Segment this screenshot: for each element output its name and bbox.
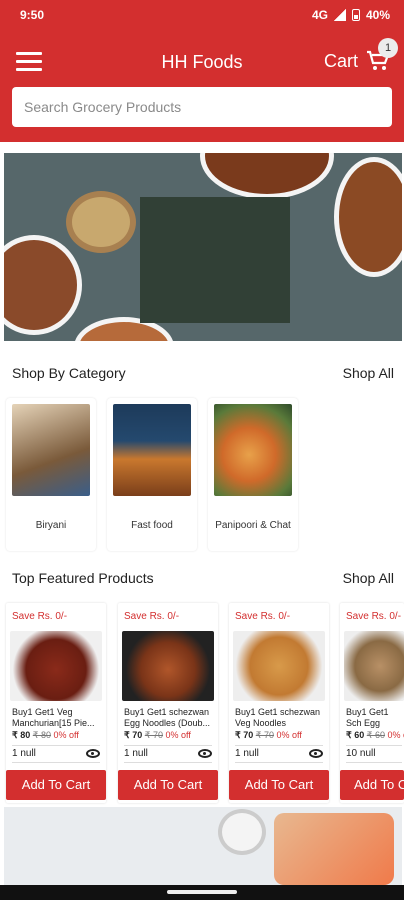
product-image [122, 631, 214, 701]
quantity-row[interactable]: 1 null [235, 745, 323, 763]
save-label: Save Rs. 0/- [12, 611, 68, 622]
category-image [214, 404, 292, 496]
product-card[interactable]: Save Rs. 0/- Buy1 Get1 schezwan Veg Nood… [229, 603, 329, 803]
banner-food-image [200, 153, 334, 199]
price-row: ₹ 60 ₹ 60 0% off [346, 730, 404, 741]
product-card[interactable]: Save Rs. 0/- Buy1 Get1 Veg Manchurian[15… [6, 603, 106, 803]
banner-food-image [218, 809, 266, 855]
eye-icon[interactable] [309, 749, 323, 758]
eye-icon[interactable] [86, 749, 100, 758]
signal-icon [333, 9, 346, 21]
product-image [10, 631, 102, 701]
cart-icon: 1 [366, 38, 398, 72]
product-name: Buy1 Get1 schezwan Veg Noodles [235, 707, 321, 728]
cart-button[interactable]: Cart 1 [323, 38, 398, 72]
product-card[interactable]: Save Rs. 0/- Buy1 Get1 Sch Egg Fried Ric… [340, 603, 404, 803]
system-nav-bar [0, 885, 404, 900]
top-bar: 9:50 4G 40% HH Foods Cart 1 Search Groce… [0, 0, 404, 142]
search-input[interactable]: Search Grocery Products [12, 87, 392, 127]
add-to-cart-button[interactable]: Add To Cart [6, 770, 106, 800]
product-discount: 0% off [387, 730, 404, 740]
banner-food-image [4, 235, 82, 335]
save-label: Save Rs. 0/- [346, 611, 402, 622]
category-label: Panipoori & Chat [215, 520, 291, 531]
network-label: 4G [311, 8, 328, 22]
product-image [344, 631, 404, 701]
price-row: ₹ 80 ₹ 80 0% off [12, 730, 79, 741]
product-discount: 0% off [165, 730, 191, 740]
product-price: ₹ 60 [346, 730, 365, 740]
category-label: Fast food [131, 520, 173, 531]
battery-label: 40% [365, 8, 390, 22]
save-label: Save Rs. 0/- [124, 611, 180, 622]
quantity-row[interactable]: 1 null [12, 745, 100, 763]
category-card-panipoori-chat[interactable]: Panipoori & Chat [208, 398, 298, 551]
quantity-label: 1 null [12, 748, 36, 759]
product-card[interactable]: Save Rs. 0/- Buy1 Get1 schezwan Egg Nood… [118, 603, 218, 803]
category-section-title: Shop By Category [12, 365, 126, 381]
quantity-label: 1 null [124, 748, 148, 759]
promo-banner[interactable] [4, 807, 402, 885]
add-to-cart-button[interactable]: Add To C [340, 770, 404, 800]
price-row: ₹ 70 ₹ 70 0% off [124, 730, 191, 741]
product-price: ₹ 70 [235, 730, 254, 740]
banner-food-image [66, 191, 136, 253]
price-row: ₹ 70 ₹ 70 0% off [235, 730, 302, 741]
app-bar: HH Foods Cart 1 [0, 38, 404, 84]
product-price: ₹ 80 [12, 730, 31, 740]
status-bar: 9:50 4G 40% [0, 0, 404, 30]
category-card-fast-food[interactable]: Fast food [107, 398, 197, 551]
cart-label: Cart [323, 50, 358, 71]
product-mrp: ₹ 80 [32, 730, 52, 740]
product-discount: 0% off [53, 730, 79, 740]
add-to-cart-button[interactable]: Add To Cart [118, 770, 218, 800]
category-shop-all-link[interactable]: Shop All [343, 365, 394, 381]
add-to-cart-button[interactable]: Add To Cart [229, 770, 329, 800]
home-gesture-handle[interactable] [167, 890, 237, 894]
quantity-row[interactable]: 10 null [346, 745, 402, 763]
status-time: 9:50 [20, 8, 45, 22]
product-mrp: ₹ 70 [255, 730, 275, 740]
quantity-label: 1 null [235, 748, 259, 759]
eye-icon[interactable] [198, 749, 212, 758]
featured-shop-all-link[interactable]: Shop All [343, 570, 394, 586]
product-discount: 0% off [276, 730, 302, 740]
product-price: ₹ 70 [124, 730, 143, 740]
category-label: Biryani [35, 520, 67, 531]
banner-food-image [334, 157, 402, 277]
category-image [12, 404, 90, 496]
cart-count-badge: 1 [378, 38, 398, 58]
featured-section-title: Top Featured Products [12, 570, 154, 586]
quantity-row[interactable]: 1 null [124, 745, 212, 763]
battery-icon [351, 9, 360, 21]
product-name: Buy1 Get1 Sch Egg Fried Rice [346, 707, 389, 728]
product-name: Buy1 Get1 schezwan Egg Noodles (Doub... [124, 707, 211, 728]
banner-placeholder [140, 197, 290, 323]
quantity-label: 10 null [346, 748, 376, 759]
product-mrp: ₹ 60 [366, 730, 386, 740]
status-icons: 4G 40% [312, 8, 390, 22]
hero-banner[interactable] [4, 153, 402, 341]
save-label: Save Rs. 0/- [235, 611, 291, 622]
product-mrp: ₹ 70 [144, 730, 164, 740]
product-name: Buy1 Get1 Veg Manchurian[15 Pie... [12, 707, 95, 728]
banner-food-image [274, 813, 394, 885]
category-image [113, 404, 191, 496]
category-card-biryani[interactable]: Biryani [6, 398, 96, 551]
product-image [233, 631, 325, 701]
